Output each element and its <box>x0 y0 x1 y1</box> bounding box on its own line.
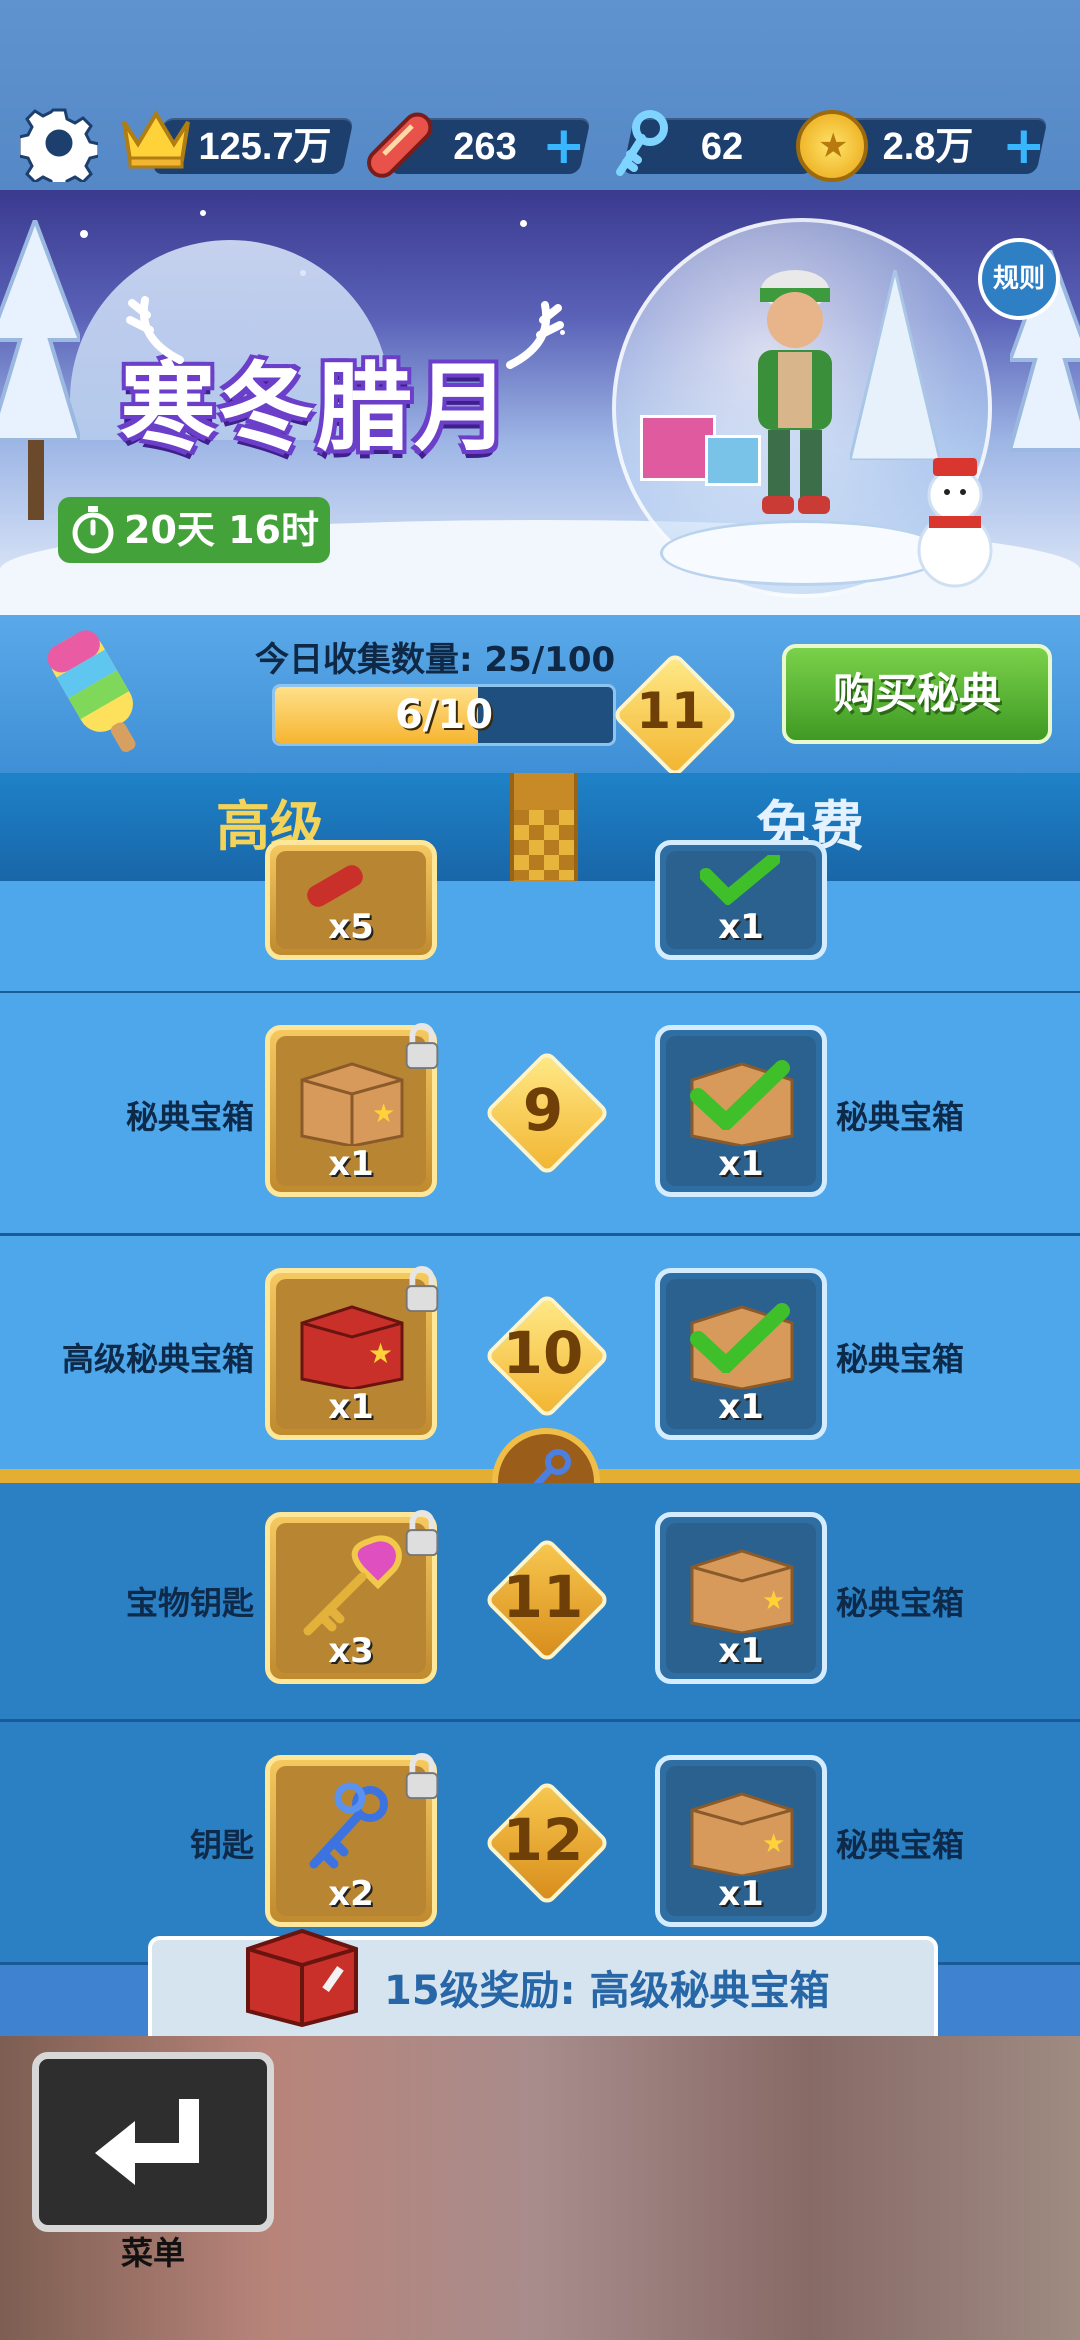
free-reward-qty: x1 <box>718 907 764 947</box>
keys-icon <box>309 1782 388 1869</box>
svg-text:★: ★ <box>368 1337 393 1370</box>
free-reward-slot[interactable]: ★ x1 <box>655 1755 827 1927</box>
settings-gear-icon[interactable] <box>17 104 101 192</box>
menu-back-button[interactable] <box>32 2052 274 2232</box>
current-level-number: 11 <box>636 682 706 740</box>
reward-row <box>0 881 1080 994</box>
lock-icon <box>405 1509 439 1557</box>
daily-collect-count: 今日收集数量: 25/100 <box>255 640 616 680</box>
free-reward-slot[interactable]: x1 <box>655 1025 827 1197</box>
free-reward-label: 秘典宝箱 <box>836 1584 965 1622</box>
checkmark-icon <box>690 1303 790 1373</box>
level-progress-text: 6/10 <box>394 692 494 738</box>
svg-text:★: ★ <box>372 1099 395 1129</box>
coin-icon: ★ <box>796 110 868 182</box>
free-reward-slot[interactable]: ★ x1 <box>655 1512 827 1684</box>
lock-icon <box>405 1022 439 1070</box>
christmas-tree-illustration <box>850 270 940 460</box>
add-boards-button[interactable]: + <box>542 120 586 172</box>
event-timer-text: 20天 16时 <box>124 508 319 552</box>
boards-value: 263 <box>453 126 517 168</box>
free-reward-qty: x1 <box>718 1631 764 1671</box>
premium-chest-icon <box>246 1928 358 2027</box>
premium-reward-label: 秘典宝箱 <box>125 1098 254 1136</box>
level-number: 9 <box>522 1076 564 1144</box>
premium-reward-label: 宝物钥匙 <box>125 1584 254 1622</box>
premium-reward-qty: x3 <box>328 1631 374 1671</box>
svg-text:★: ★ <box>762 1586 785 1616</box>
premium-reward-label: 高级秘典宝箱 <box>61 1340 254 1378</box>
snowman-illustration <box>917 458 993 588</box>
pine-tree-illustration <box>0 220 80 520</box>
lock-icon <box>405 1265 439 1313</box>
free-reward-slot[interactable]: x1 <box>655 840 827 960</box>
free-reward-qty: x1 <box>718 1387 764 1427</box>
svg-text:★: ★ <box>762 1829 785 1859</box>
event-timer-badge: 20天 16时 <box>58 497 330 563</box>
menu-label: 菜单 <box>120 2234 185 2272</box>
free-reward-slot[interactable]: x1 <box>655 1268 827 1440</box>
return-arrow-icon <box>95 2099 199 2185</box>
checkmark-icon <box>690 1060 790 1130</box>
premium-reward-qty: x5 <box>328 907 374 947</box>
lock-icon <box>405 1752 439 1800</box>
premium-reward-qty: x1 <box>328 1144 374 1184</box>
free-reward-label: 秘典宝箱 <box>836 1340 965 1378</box>
level-number: 11 <box>502 1563 584 1631</box>
popsicle-icon <box>47 630 136 752</box>
free-reward-qty: x1 <box>718 1874 764 1914</box>
coins-value: 2.8万 <box>882 126 974 168</box>
premium-reward-qty: x1 <box>328 1387 374 1427</box>
keys-value: 62 <box>700 126 744 168</box>
rules-button[interactable]: 规则 <box>978 238 1060 320</box>
checkmark-icon <box>700 855 780 905</box>
premium-reward-slot[interactable]: x5 <box>265 840 437 960</box>
hoverboard-icon <box>360 108 438 178</box>
antler-left-icon <box>126 296 184 364</box>
level-number: 10 <box>502 1319 584 1387</box>
antler-right-icon <box>506 301 564 369</box>
premium-reward-qty: x2 <box>328 1874 374 1914</box>
free-reward-label: 秘典宝箱 <box>836 1826 965 1864</box>
free-reward-label: 秘典宝箱 <box>836 1098 965 1136</box>
treasure-chest-icon: ★ <box>300 1062 404 1146</box>
crown-icon <box>120 108 192 170</box>
add-coins-button[interactable]: + <box>1002 120 1046 172</box>
bonus-reward-text: 15级奖励: 高级秘典宝箱 <box>384 1968 830 2014</box>
stopwatch-icon <box>72 506 114 554</box>
treasure-chest-icon: ★ <box>690 1792 794 1876</box>
score-value: 125.7万 <box>198 126 332 168</box>
rail-checker <box>514 810 574 880</box>
premium-chest-icon: ★ <box>300 1305 404 1389</box>
premium-reward-label: 钥匙 <box>189 1826 254 1864</box>
free-reward-qty: x1 <box>718 1144 764 1184</box>
key-icon <box>610 110 672 180</box>
level-number: 12 <box>502 1806 584 1874</box>
buy-pass-button[interactable]: 购买秘典 <box>782 644 1052 744</box>
treasure-chest-icon: ★ <box>690 1549 794 1633</box>
treasure-key-icon <box>303 1535 402 1636</box>
